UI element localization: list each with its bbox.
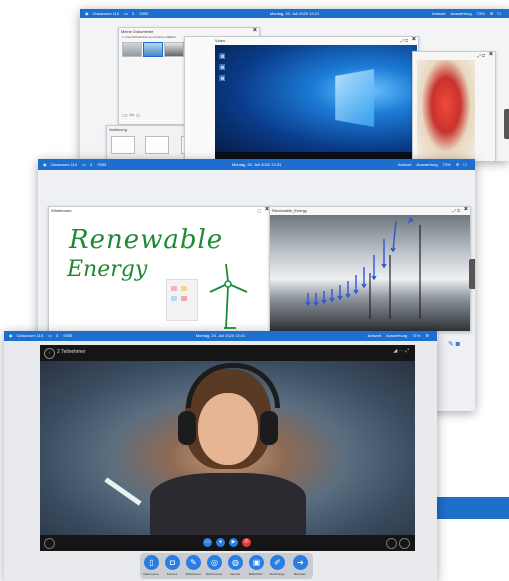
windows-logo [335,69,375,127]
dock-label: Werkzeuge [269,572,285,576]
close-icon[interactable]: × [412,37,416,43]
headphone-right [260,411,278,445]
handwriting-line-1: Renewable [69,225,224,255]
zoom-level: 73% [442,162,451,167]
camera-feed [40,361,415,535]
slide-thumbnail[interactable] [145,136,169,154]
window-controls[interactable]: ⤢ ▢ [478,53,485,58]
tools-icons[interactable]: ✎ ◙ [448,340,460,348]
window-icon[interactable]: ☐ [497,11,501,16]
whiteboard-panel: Whiteboard ▢ × Renewable Energy [48,206,272,332]
call-header-controls[interactable]: ◢ ⋯ ⤢ [393,348,409,354]
dock-label: Whiteboard [185,572,201,576]
video-panel: Video ⤢ ▢ × ▣ ▣ ▣ [184,36,419,161]
annotation-arrows [305,218,421,319]
desktop-icons: ▣ ▣ ▣ [219,53,226,82]
answers-button[interactable]: Antwort [432,11,446,16]
wind-turbine-drawing [209,263,248,329]
handwriting-line-2: Energy [67,257,148,282]
microphone-button[interactable]: ● [216,538,225,547]
participants-count: 2 Teilnehmer [57,349,86,355]
slide-thumbnail[interactable] [111,136,135,154]
settings-icon[interactable]: ⚙ [456,162,460,167]
side-tab[interactable] [469,259,475,289]
top-bar: ◉ Classroom 110 ▭ 3 9393 Montag, 20. Juli … [4,331,437,341]
panel-title: Vorlesung [109,127,127,132]
back-window: ◉ Classroom 110 ▭ 3 9393 Montag, 20. Juli … [80,9,509,161]
web-icon[interactable]: ◎ [207,555,222,570]
dock-label: Beenden [293,572,306,576]
top-bar: ◉ Classroom 110 ▭ 3 9393 Montag, 20. Juli … [80,9,509,18]
pen-icon[interactable]: ✎ [186,555,201,570]
headphone-left [178,411,196,445]
heart-model-image [417,60,475,160]
panel-title: Whiteboard [51,208,72,213]
thumbnail[interactable] [164,42,184,57]
participants-icon[interactable]: ‹ [44,348,55,359]
window-controls[interactable]: ⤢ ▢ [453,208,460,213]
settings-icon[interactable]: ⚙ [490,11,494,16]
globe-icon[interactable]: ◍ [228,555,243,570]
settings-icon[interactable]: ⚙ [425,333,429,338]
tools-icon[interactable]: ✐ [270,555,285,570]
pencil [104,477,142,506]
bottom-dock: ▯ Dokumente ◘ Kamera ✎ Whiteboard ◎ Webb… [140,553,313,579]
left-control-icon[interactable] [44,538,55,549]
zoom-level: 71% [412,333,421,338]
video-call-panel: ‹ 2 Teilnehmer ◢ ⋯ ⤢ ▭ ● ▶ ✆ [40,345,415,551]
panel-title: Renewable_Energy [272,208,307,213]
dock-label: Bildschirm [249,572,263,576]
headphone-band [186,363,280,408]
evaluation-button[interactable]: Auswertung [416,162,437,167]
window-icon[interactable]: ☐ [463,162,467,167]
close-icon[interactable]: × [253,28,257,34]
fullscreen-icon[interactable] [399,538,410,549]
close-icon[interactable]: × [489,52,493,58]
taskbar [215,152,417,159]
close-icon[interactable]: × [464,207,468,213]
call-controls: ▭ ● ▶ ✆ [40,535,415,551]
dock-label: Dokumente [143,572,159,576]
panel-title: Meine Dokumente [121,29,154,34]
hang-up-button[interactable]: ✆ [242,538,251,547]
zoom-level: 73% [476,11,485,16]
screen-share-button[interactable]: ▭ [203,538,212,547]
window-controls[interactable]: ▢ [257,208,261,213]
evaluation-button[interactable]: Auswertung [386,333,407,338]
dock-label: Internet [229,572,241,576]
answers-button[interactable]: Antwort [398,162,412,167]
side-tab[interactable] [504,109,509,139]
front-window: ◉ Classroom 110 ▭ 3 9393 Montag, 20. Juli … [4,331,437,581]
child-shirt [150,473,306,535]
answers-button[interactable]: Antwort [368,333,382,338]
dock-label: Webbrowser [205,572,223,576]
toolbar-icons[interactable]: ▭ ✂ ⌂ [122,112,140,119]
top-bar: ◉ Classroom 110 ▭ 3 9393 Montag, 20. Juli … [38,159,475,170]
image-panel: Renewable_Energy ⤢ ▢ × [269,206,471,332]
desktop-screen: ▣ ▣ ▣ [215,45,417,159]
accent-band [437,497,509,519]
wind-farm-photo [270,215,470,331]
panel-title: Video [215,38,226,43]
worksheet-image [166,279,198,321]
call-header: ‹ 2 Teilnehmer ◢ ⋯ ⤢ [40,345,415,361]
camera-icon[interactable]: ◘ [165,555,180,570]
screenshot-icon[interactable]: ▣ [249,555,264,570]
heart-panel: ⤢ ▢ × [412,51,496,161]
evaluation-button[interactable]: Auswertung [450,11,471,16]
file-icon[interactable]: ▯ [144,555,159,570]
dock-label: Kamera [166,572,178,576]
zoom-in-icon[interactable] [386,538,397,549]
path-bar: C:\Users\Public\Documents\Demo\Bilder [122,35,177,39]
thumbnail[interactable] [122,42,142,57]
camera-button[interactable]: ▶ [229,538,238,547]
thumbnail[interactable] [143,42,163,57]
logout-icon[interactable]: ➜ [293,555,308,570]
window-controls[interactable]: ⤢ ▢ [401,38,408,43]
